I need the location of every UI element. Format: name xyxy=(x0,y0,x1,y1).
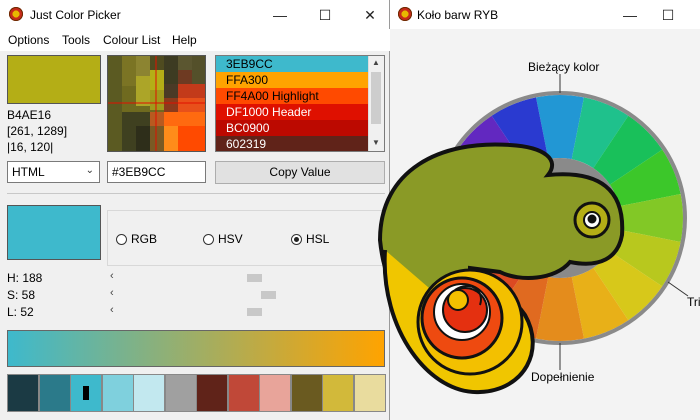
color-wheel-graphic xyxy=(377,74,689,395)
triad-pointer-line xyxy=(667,281,689,297)
